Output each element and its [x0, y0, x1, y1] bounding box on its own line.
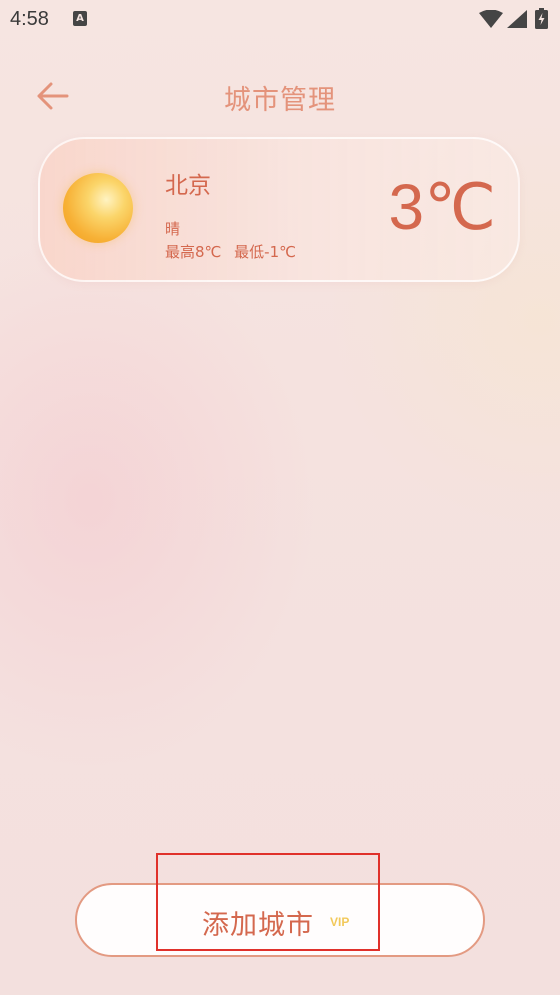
temp-high: 最高8℃	[165, 243, 222, 261]
current-temperature: 3℃	[388, 171, 496, 243]
city-card-beijing[interactable]: 北京 晴 最高8℃ 最低-1℃ 3℃	[38, 137, 520, 282]
weather-condition: 晴	[165, 220, 181, 238]
temp-range: 最高8℃ 最低-1℃	[165, 241, 296, 262]
city-name: 北京	[165, 173, 211, 199]
status-bar: 4:58 A	[0, 0, 560, 40]
vip-badge: VIP	[330, 915, 350, 929]
add-city-label: 添加城市	[202, 910, 314, 941]
sun-icon	[63, 173, 133, 243]
temp-low: 最低-1℃	[234, 243, 296, 261]
status-time: 4:58	[10, 8, 49, 30]
notification-a-icon: A	[73, 11, 87, 26]
signal-icon	[507, 10, 527, 28]
battery-charging-icon	[535, 8, 548, 29]
page-title: 城市管理	[224, 85, 336, 116]
add-city-button[interactable]: 添加城市 VIP	[75, 883, 485, 957]
notification-a-letter: A	[76, 13, 84, 24]
wifi-icon	[479, 10, 503, 28]
